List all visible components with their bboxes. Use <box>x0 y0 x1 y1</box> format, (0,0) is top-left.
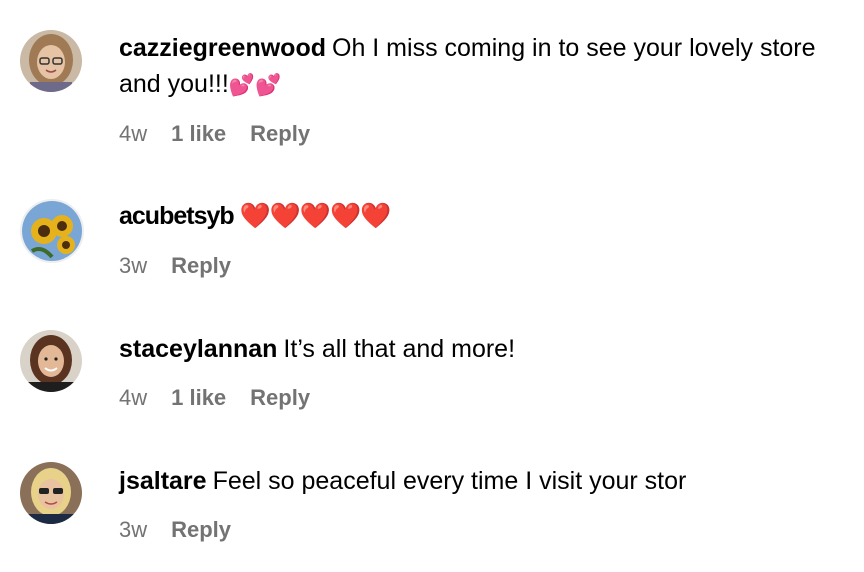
comment-username[interactable]: staceylannan <box>119 335 277 363</box>
comment-meta: 3w Reply <box>119 517 231 543</box>
reply-button[interactable]: Reply <box>250 385 310 411</box>
comment-body: Feel so peaceful every time I visit your… <box>212 467 687 495</box>
comment-likes[interactable]: 1 like <box>171 385 226 411</box>
two-hearts-emoji: 💕💕 <box>228 74 282 97</box>
avatar-woman-brown-hair-icon[interactable] <box>20 330 82 392</box>
comment-body: It’s all that and more! <box>283 335 516 363</box>
avatar-woman-glasses-icon[interactable] <box>20 30 82 92</box>
comment-text: staceylannan It’s all that and more! <box>119 331 854 367</box>
comment-username[interactable]: jsaltare <box>119 467 207 495</box>
comment-text: cazziegreenwood Oh I miss coming in to se… <box>119 30 854 104</box>
comment-timestamp[interactable]: 3w <box>119 253 147 279</box>
comment-meta: 4w 1 like Reply <box>119 385 310 411</box>
comment-timestamp[interactable]: 4w <box>119 121 147 147</box>
red-hearts-emoji: ❤️❤️❤️❤️❤️ <box>239 202 392 230</box>
comment-timestamp[interactable]: 3w <box>119 517 147 543</box>
comment-likes[interactable]: 1 like <box>171 121 226 147</box>
reply-button[interactable]: Reply <box>250 121 310 147</box>
comment-timestamp[interactable]: 4w <box>119 385 147 411</box>
reply-button[interactable]: Reply <box>171 517 231 543</box>
comment-meta: 3w Reply <box>119 253 231 279</box>
comment-meta: 4w 1 like Reply <box>119 121 310 147</box>
comment-username[interactable]: cazziegreenwood <box>119 34 326 62</box>
comment-text: jsaltare Feel so peaceful every time I vi… <box>119 463 854 499</box>
reply-button[interactable]: Reply <box>171 253 231 279</box>
avatar-sunflowers-icon[interactable] <box>20 199 84 263</box>
comment-text: acubetsyb ❤️❤️❤️❤️❤️ <box>119 198 854 234</box>
avatar-woman-blonde-sunglasses-icon[interactable] <box>20 462 82 524</box>
comment-username[interactable]: acubetsyb <box>119 202 235 230</box>
